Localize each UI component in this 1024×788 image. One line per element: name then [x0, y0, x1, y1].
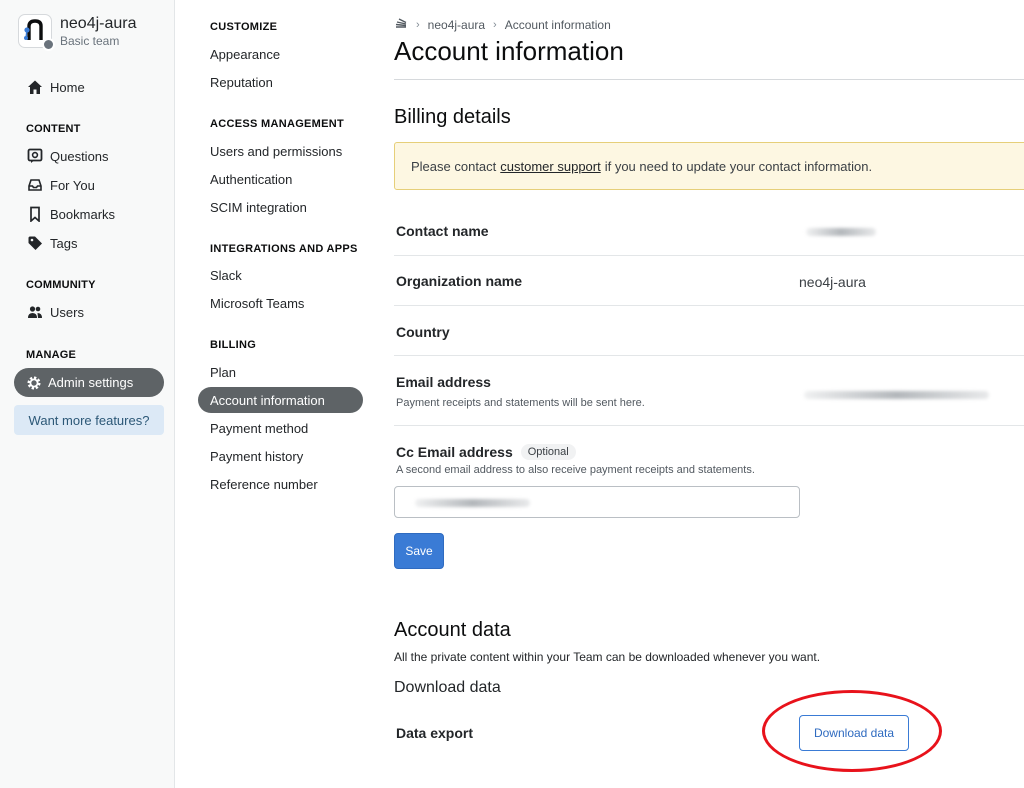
billing-heading: BILLING	[210, 339, 257, 351]
team-subtitle: Basic team	[60, 34, 120, 48]
users-icon	[26, 303, 44, 321]
email-address-label: Email address	[396, 374, 491, 390]
page-title: Account information	[394, 36, 624, 66]
contact-notice: Please contact customer support if you n…	[394, 142, 1024, 190]
sidebar-item-label: Users	[50, 304, 84, 320]
questions-icon	[26, 147, 44, 165]
cc-email-input[interactable]	[394, 486, 800, 518]
customize-heading: CUSTOMIZE	[210, 21, 278, 33]
main-content: › neo4j-aura › Account information Accou…	[394, 0, 1024, 788]
divider	[394, 255, 1024, 256]
account-data-title: Account data	[394, 619, 511, 641]
chevron-right-icon: ›	[493, 18, 497, 31]
bookmark-icon	[26, 205, 44, 223]
inbox-icon	[26, 176, 44, 194]
sidebar-item-label: Bookmarks	[50, 206, 116, 222]
sidebar-item-label: For You	[50, 177, 95, 193]
download-data-title: Download data	[394, 679, 501, 696]
contact-name-label: Contact name	[396, 223, 489, 239]
content-heading: CONTENT	[26, 123, 81, 135]
sidebar-item-label: Admin settings	[48, 375, 134, 390]
cc-email-description: A second email address to also receive p…	[396, 464, 755, 476]
customer-support-link[interactable]: customer support	[500, 159, 600, 174]
manage-heading: MANAGE	[26, 349, 77, 361]
organization-name-label: Organization name	[396, 273, 523, 289]
stack-logo-icon[interactable]	[394, 16, 408, 33]
account-data-description: All the private content within your Team…	[394, 650, 821, 664]
chevron-right-icon: ›	[416, 18, 420, 31]
lock-badge-icon	[42, 38, 55, 51]
menu-item-microsoft-teams[interactable]: Microsoft Teams	[210, 296, 304, 311]
menu-item-plan[interactable]: Plan	[210, 365, 236, 380]
menu-item-account-information[interactable]: Account information	[198, 387, 363, 413]
divider	[394, 425, 1024, 426]
integrations-heading: INTEGRATIONS AND APPS	[210, 243, 358, 255]
menu-item-reputation[interactable]: Reputation	[210, 75, 273, 90]
sidebar-item-label: Home	[50, 79, 85, 95]
sidebar-item-admin-settings[interactable]: Admin settings	[14, 368, 164, 397]
sidebar-item-home[interactable]: Home	[26, 77, 85, 97]
sidebar-item-bookmarks[interactable]: Bookmarks	[26, 204, 115, 224]
left-sidebar: neo4j-aura Basic team Home CONTENT Quest…	[0, 0, 175, 788]
optional-badge: Optional	[520, 444, 576, 460]
sidebar-item-label: Questions	[50, 148, 109, 164]
team-logo-icon	[18, 14, 55, 51]
home-icon	[26, 78, 44, 96]
want-more-features-button[interactable]: Want more features?	[14, 405, 164, 435]
cc-email-value-redacted	[415, 499, 530, 507]
email-address-value-redacted	[804, 391, 989, 399]
menu-item-slack[interactable]: Slack	[210, 268, 242, 283]
menu-item-payment-history[interactable]: Payment history	[210, 449, 303, 464]
team-name: neo4j-aura	[60, 15, 137, 32]
menu-item-reference-number[interactable]: Reference number	[210, 477, 318, 492]
email-address-description: Payment receipts and statements will be …	[396, 397, 645, 409]
menu-item-appearance[interactable]: Appearance	[210, 47, 280, 62]
country-label: Country	[396, 324, 450, 340]
divider	[394, 355, 1024, 356]
contact-name-value-redacted	[806, 228, 876, 236]
billing-details-title: Billing details	[394, 106, 511, 128]
breadcrumb-team[interactable]: neo4j-aura	[428, 18, 485, 32]
sidebar-item-for-you[interactable]: For You	[26, 175, 95, 195]
menu-item-scim-integration[interactable]: SCIM integration	[210, 200, 307, 215]
menu-item-payment-method[interactable]: Payment method	[210, 421, 308, 436]
sidebar-item-questions[interactable]: Questions	[26, 146, 109, 166]
gear-icon	[26, 375, 42, 391]
team-switcher[interactable]: neo4j-aura Basic team	[18, 14, 137, 51]
access-management-heading: ACCESS MANAGEMENT	[210, 118, 345, 130]
organization-name-value: neo4j-aura	[799, 274, 866, 290]
divider	[394, 79, 1024, 80]
breadcrumb: › neo4j-aura › Account information	[394, 16, 611, 33]
menu-item-users-permissions[interactable]: Users and permissions	[210, 144, 342, 159]
sidebar-item-label: Tags	[50, 235, 78, 251]
download-data-button[interactable]: Download data	[799, 715, 909, 751]
notice-text: if you need to update your contact infor…	[604, 158, 873, 174]
sidebar-item-tags[interactable]: Tags	[26, 233, 77, 253]
tag-icon	[26, 234, 44, 252]
notice-text: Please contact	[411, 158, 497, 174]
community-heading: COMMUNITY	[26, 279, 96, 291]
cc-email-label-text: Cc Email address	[396, 444, 513, 460]
save-button[interactable]: Save	[394, 533, 444, 569]
divider	[394, 305, 1024, 306]
data-export-label: Data export	[396, 725, 474, 741]
menu-item-authentication[interactable]: Authentication	[210, 172, 292, 187]
sidebar-item-users[interactable]: Users	[26, 302, 84, 322]
cc-email-label: Cc Email address Optional	[396, 444, 576, 460]
breadcrumb-current: Account information	[504, 17, 611, 32]
